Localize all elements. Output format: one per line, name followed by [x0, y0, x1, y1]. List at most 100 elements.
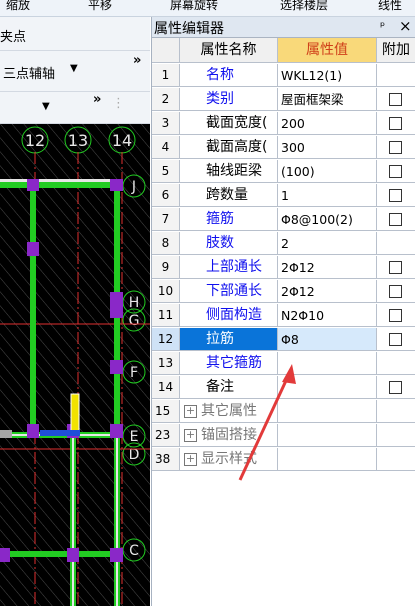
extra-checkbox[interactable] [389, 189, 402, 202]
extra-cell [377, 136, 415, 159]
group-number: 38 [152, 448, 180, 471]
axis-label: 12 [25, 131, 45, 150]
pin-icon[interactable]: ᵖ [380, 19, 385, 33]
row-number: 5 [152, 160, 180, 183]
header-value[interactable]: 属性值 [278, 38, 377, 63]
property-editor-panel: 属性编辑器 ᵖ × 属性名称 属性值 附加 1 名称 WKL12(1) 2 类别 屋面框架… [151, 17, 415, 606]
property-name[interactable]: 上部通长 [180, 256, 278, 279]
extra-checkbox[interactable] [389, 141, 402, 154]
extra-checkbox[interactable] [389, 261, 402, 274]
extra-cell [377, 280, 415, 303]
more-icon[interactable]: » [133, 53, 141, 68]
snap-toolbar: 夹点 [0, 17, 150, 51]
extra-checkbox[interactable] [389, 333, 402, 346]
extra-cell [377, 64, 415, 87]
property-value[interactable]: N2Φ10 [278, 304, 377, 327]
property-editor-titlebar: 属性编辑器 ᵖ × [152, 17, 415, 38]
row-number: 13 [152, 352, 180, 375]
property-name[interactable]: 截面高度( [180, 136, 278, 159]
property-row[interactable]: 11 侧面构造 N2Φ10 [152, 304, 415, 328]
extra-checkbox[interactable] [389, 93, 402, 106]
property-row[interactable]: 4 截面高度(300 [152, 136, 415, 160]
property-row[interactable]: 1 名称 WKL12(1) [152, 64, 415, 88]
property-name[interactable]: 下部通长 [180, 280, 278, 303]
property-value[interactable]: (100) [278, 160, 377, 183]
extra-checkbox[interactable] [389, 381, 402, 394]
property-value[interactable]: 300 [278, 136, 377, 159]
property-row[interactable]: 12 拉筋 Φ8 [152, 328, 415, 352]
snap-button[interactable]: 夹点 [0, 26, 26, 45]
axis-label: G [129, 313, 140, 329]
axis-bubble-14: 14 [108, 126, 136, 154]
extra-cell [377, 160, 415, 183]
row-number: 3 [152, 112, 180, 135]
pan-button[interactable]: 平移 [88, 0, 112, 13]
property-value[interactable]: 2Φ12 [278, 280, 377, 303]
property-value[interactable]: 屋面框架梁 [278, 88, 377, 111]
property-row[interactable]: 8 肢数 2 [152, 232, 415, 256]
row-number: 12 [152, 328, 180, 351]
property-value[interactable]: 2Φ12 [278, 256, 377, 279]
toolbar-grip: ⋮ [112, 96, 125, 111]
line-button[interactable]: 线性 [378, 0, 402, 13]
row-number: 9 [152, 256, 180, 279]
header-name[interactable]: 属性名称 [180, 38, 278, 63]
property-value[interactable]: Φ8 [278, 328, 377, 351]
extra-checkbox[interactable] [389, 309, 402, 322]
extra-checkbox[interactable] [389, 285, 402, 298]
drawing-svg: 12 13 14 J H G F E D C [0, 124, 150, 606]
extra-cell [377, 376, 415, 399]
property-name[interactable]: 跨数量 [180, 184, 278, 207]
property-row[interactable]: 6 跨数量 1 [152, 184, 415, 208]
extra-cell [377, 424, 415, 447]
extra-cell [377, 88, 415, 111]
extra-cell [377, 208, 415, 231]
row-number: 8 [152, 232, 180, 255]
property-name[interactable]: 类别 [180, 88, 278, 111]
axis-label: 14 [112, 131, 132, 150]
property-value[interactable]: Φ8@100(2) [278, 208, 377, 231]
axis-bubble-12: 12 [21, 126, 49, 154]
extra-checkbox[interactable] [389, 213, 402, 226]
extra-checkbox[interactable] [389, 117, 402, 130]
property-name[interactable]: 侧面构造 [180, 304, 278, 327]
header-extra[interactable]: 附加 [377, 38, 415, 63]
property-name[interactable]: 拉筋 [180, 328, 278, 351]
select-layer-button[interactable]: 选择楼层 [280, 0, 328, 13]
property-row[interactable]: 10 下部通长 2Φ12 [152, 280, 415, 304]
property-row[interactable]: 9 上部通长 2Φ12 [152, 256, 415, 280]
grid-header: 属性名称 属性值 附加 [152, 38, 415, 63]
property-value[interactable]: 2 [278, 232, 377, 255]
axis-toolbar: 三点辅轴 ▼ » [0, 51, 150, 92]
property-row[interactable]: 2 类别 屋面框架梁 [152, 88, 415, 112]
expand-icon[interactable]: + [184, 428, 197, 442]
property-value[interactable]: WKL12(1) [278, 64, 377, 87]
drawing-canvas[interactable]: 12 13 14 J H G F E D C [0, 124, 150, 606]
property-name[interactable]: 轴线距梁 [180, 160, 278, 183]
property-name[interactable]: 名称 [180, 64, 278, 87]
row-number: 14 [152, 376, 180, 399]
axis-mode-dropdown[interactable]: 三点辅轴 [3, 63, 55, 82]
zoom-button[interactable]: 缩放 [6, 0, 30, 13]
selected-beam[interactable] [70, 393, 80, 433]
row-number: 4 [152, 136, 180, 159]
property-row[interactable]: 7 箍筋 Φ8@100(2) [152, 208, 415, 232]
expand-icon[interactable]: + [184, 452, 197, 466]
more-icon[interactable]: » [93, 92, 101, 107]
rotate-button[interactable]: 屏幕旋转 [170, 0, 218, 13]
chevron-down-icon[interactable]: ▼ [70, 63, 78, 74]
property-name[interactable]: 截面宽度( [180, 112, 278, 135]
axis-label: J [131, 179, 136, 195]
extra-cell [377, 232, 415, 255]
chevron-down-icon[interactable]: ▼ [42, 101, 50, 112]
property-name[interactable]: 箍筋 [180, 208, 278, 231]
property-name[interactable]: 肢数 [180, 232, 278, 255]
expand-icon[interactable]: + [184, 404, 197, 418]
close-icon[interactable]: × [399, 17, 412, 35]
property-row[interactable]: 5 轴线距梁 (100) [152, 160, 415, 184]
extra-checkbox[interactable] [389, 165, 402, 178]
property-row[interactable]: 3 截面宽度(200 [152, 112, 415, 136]
row-number: 10 [152, 280, 180, 303]
property-value[interactable]: 1 [278, 184, 377, 207]
property-value[interactable]: 200 [278, 112, 377, 135]
